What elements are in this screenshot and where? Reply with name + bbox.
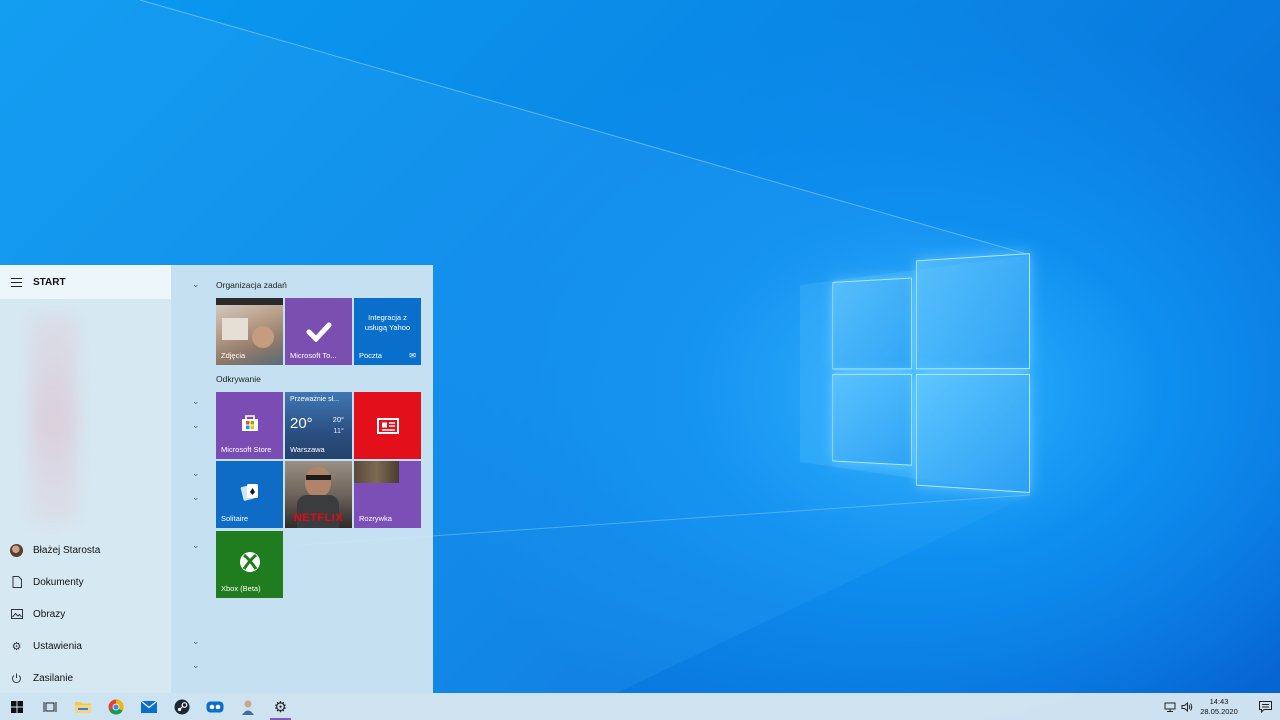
tile-netflix-label: NETFLIX bbox=[293, 512, 344, 524]
nav-power[interactable]: Zasilanie bbox=[0, 662, 171, 694]
chevron-down-icon[interactable]: ⌄ bbox=[192, 280, 200, 289]
network-icon[interactable] bbox=[1162, 693, 1178, 720]
weather-high: 20° bbox=[332, 415, 344, 424]
group-title-discover[interactable]: Odkrywanie bbox=[216, 374, 261, 384]
nav-documents[interactable]: Dokumenty bbox=[0, 566, 171, 598]
tile-xbox[interactable]: Xbox (Beta) bbox=[216, 531, 283, 598]
games-preview-image bbox=[354, 461, 399, 483]
tile-xbox-label: Xbox (Beta) bbox=[221, 584, 261, 593]
weather-temp: 20° bbox=[290, 415, 313, 432]
system-tray: 14:43 28.05.2020 bbox=[1162, 693, 1280, 720]
tile-weather[interactable]: Przeważnie sł... 20° 20° 11° Warszawa bbox=[285, 392, 352, 459]
tile-todo-label: Microsoft To... bbox=[290, 351, 337, 360]
tile-mail[interactable]: Integracja z usługą Yahoo Poczta ✉ bbox=[354, 298, 421, 365]
chevron-down-icon[interactable]: ⌄ bbox=[192, 637, 200, 646]
user-app-icon[interactable] bbox=[231, 693, 264, 720]
tile-photos-label: Zdjęcia bbox=[221, 351, 246, 360]
mail-icon[interactable] bbox=[132, 693, 165, 720]
document-icon bbox=[10, 576, 23, 589]
tile-games[interactable]: Rozrywka bbox=[354, 461, 421, 528]
task-view-icon[interactable] bbox=[33, 693, 66, 720]
nav-settings[interactable]: ⚙ Ustawienia bbox=[0, 630, 171, 662]
news-icon bbox=[354, 392, 421, 459]
tile-weather-label: Warszawa bbox=[290, 445, 325, 454]
weather-condition: Przeważnie sł... bbox=[290, 396, 340, 403]
user-avatar bbox=[10, 543, 23, 557]
nav-user-label: Błażej Starosta bbox=[33, 544, 101, 556]
chrome-icon[interactable] bbox=[99, 693, 132, 720]
chevron-down-icon[interactable]: ⌄ bbox=[192, 493, 200, 502]
file-explorer-icon[interactable] bbox=[66, 693, 99, 720]
power-icon bbox=[10, 672, 23, 685]
nav-user[interactable]: Błażej Starosta bbox=[0, 534, 171, 566]
tile-todo[interactable]: Microsoft To... bbox=[285, 298, 352, 365]
blurred-app-list bbox=[30, 315, 78, 525]
nav-settings-label: Ustawienia bbox=[33, 640, 82, 652]
start-button[interactable] bbox=[0, 693, 33, 720]
nav-pictures-label: Obrazy bbox=[33, 608, 66, 620]
tile-mail-text: Integracja z usługą Yahoo bbox=[364, 313, 411, 332]
tile-photos[interactable]: Zdjęcia bbox=[216, 298, 283, 365]
chevron-down-icon[interactable]: ⌄ bbox=[192, 397, 200, 406]
tile-games-label: Rozrywka bbox=[359, 514, 392, 523]
start-title: START bbox=[33, 276, 66, 288]
clock-date: 28.05.2020 bbox=[1200, 706, 1238, 716]
nav-pictures[interactable]: Obrazy bbox=[0, 598, 171, 630]
start-menu: START Błażej Starosta Dokumenty Obrazy ⚙… bbox=[0, 265, 433, 693]
tile-netflix[interactable]: NETFLIX bbox=[285, 461, 352, 528]
chevron-down-icon[interactable]: ⌄ bbox=[192, 421, 200, 430]
taskbar: ⚙ 14:43 28.05.2020 bbox=[0, 693, 1280, 720]
weather-low: 11° bbox=[333, 426, 344, 435]
start-nav: START Błażej Starosta Dokumenty Obrazy ⚙… bbox=[0, 265, 171, 693]
hamburger-icon[interactable] bbox=[11, 277, 22, 287]
clock-time: 14:43 bbox=[1209, 696, 1229, 706]
chevron-down-icon[interactable]: ⌄ bbox=[192, 469, 200, 478]
nav-power-label: Zasilanie bbox=[33, 672, 74, 684]
start-header[interactable]: START bbox=[0, 265, 171, 299]
gear-icon: ⚙ bbox=[11, 640, 22, 653]
settings-icon[interactable]: ⚙ bbox=[264, 693, 297, 720]
app-icon[interactable] bbox=[198, 693, 231, 720]
volume-icon[interactable] bbox=[1178, 693, 1196, 720]
nav-documents-label: Dokumenty bbox=[33, 576, 84, 588]
tiles-area: ⌄ ⌄ ⌄ ⌄ ⌄ ⌄ ⌄ ⌄ Organizacja zadań Odkryw… bbox=[171, 265, 433, 693]
pictures-icon bbox=[10, 608, 23, 621]
tile-store-label: Microsoft Store bbox=[221, 445, 272, 454]
chevron-down-icon[interactable]: ⌄ bbox=[192, 661, 200, 670]
group-title-tasks[interactable]: Organizacja zadań bbox=[216, 280, 287, 290]
tile-solitaire[interactable]: Solitaire bbox=[216, 461, 283, 528]
envelope-icon: ✉ bbox=[409, 351, 416, 360]
tile-news[interactable] bbox=[354, 392, 421, 459]
chevron-down-icon[interactable]: ⌄ bbox=[192, 541, 200, 550]
tile-store[interactable]: Microsoft Store bbox=[216, 392, 283, 459]
notifications-icon[interactable] bbox=[1250, 693, 1280, 720]
tile-solitaire-label: Solitaire bbox=[221, 514, 249, 523]
steam-icon[interactable] bbox=[165, 693, 198, 720]
clock[interactable]: 14:43 28.05.2020 bbox=[1196, 697, 1242, 717]
tile-mail-label: Poczta bbox=[359, 351, 382, 360]
windows-logo bbox=[832, 253, 1031, 493]
